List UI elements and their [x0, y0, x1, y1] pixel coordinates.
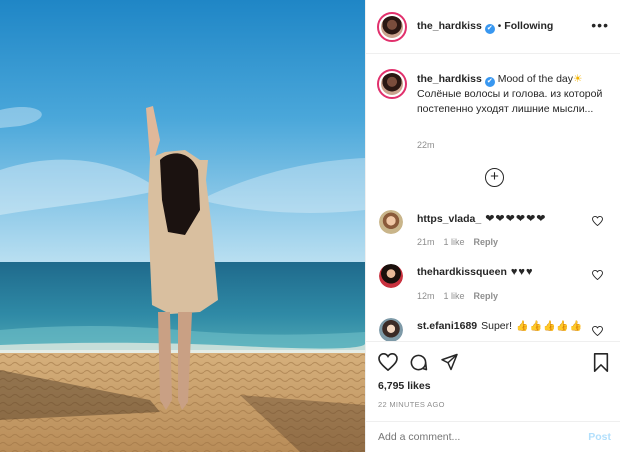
reply-button[interactable]: Reply	[474, 237, 499, 247]
caption-author-avatar[interactable]	[377, 69, 407, 99]
sun-emoji: ☀	[573, 73, 583, 85]
commenter-avatar[interactable]	[379, 210, 403, 234]
share-icon[interactable]	[440, 353, 459, 371]
post-header: the_hardkiss ✔ • Following •••	[366, 0, 620, 54]
commenter-avatar[interactable]	[379, 264, 403, 288]
post-side-panel: the_hardkiss ✔ • Following ••• the_hardkiss…	[365, 0, 620, 452]
comment-line: st.efani1689 Super! 👍👍👍👍👍	[417, 320, 583, 332]
more-options-icon[interactable]: •••	[591, 18, 609, 32]
comment-likes[interactable]: 1 like	[444, 291, 465, 301]
heart-icon[interactable]	[592, 270, 603, 280]
author-avatar[interactable]	[377, 12, 407, 42]
commenter-username[interactable]: thehardkissqueen	[417, 266, 507, 278]
comment-icon[interactable]	[409, 353, 428, 372]
commenter-username[interactable]: st.efani1689	[417, 320, 477, 332]
comment-likes[interactable]: 1 like	[444, 237, 465, 247]
heart-icon[interactable]	[592, 216, 603, 226]
verified-badge-icon: ✔	[484, 24, 495, 34]
caption-lead-text: Mood of the day	[497, 73, 574, 85]
bookmark-icon[interactable]	[593, 353, 609, 372]
comment-meta: 12m 1 like Reply	[417, 291, 507, 301]
avatar-image	[381, 16, 403, 38]
post-timestamp[interactable]: 22 MINUTES AGO	[378, 400, 445, 409]
comment-time[interactable]: 21m	[417, 237, 435, 247]
comment-emoji: 👍👍👍👍👍	[516, 321, 584, 332]
likes-count[interactable]: 6,795 likes	[378, 380, 431, 392]
caption-body-text: Солёные волосы и голова. из которой пост…	[417, 88, 603, 115]
separator-dot: •	[497, 21, 502, 32]
post-photo[interactable]	[0, 0, 365, 452]
beach-photo-image	[0, 0, 365, 452]
avatar-image	[381, 73, 403, 95]
commenter-username[interactable]: https_vlada_	[417, 213, 481, 225]
comment-text: Super!	[481, 320, 513, 332]
comment-text: ❤❤❤❤❤❤	[485, 213, 547, 225]
author-username[interactable]: the_hardkiss	[417, 20, 482, 32]
comment-meta: 21m 1 like Reply	[417, 237, 507, 247]
header-author-line: the_hardkiss ✔ • Following	[417, 20, 553, 34]
plus-circle-icon[interactable]: +	[485, 168, 504, 187]
comment-text: ♥♥♥	[510, 266, 534, 278]
heart-icon[interactable]	[378, 353, 398, 371]
heart-icon[interactable]	[592, 326, 603, 336]
reply-button[interactable]: Reply	[474, 291, 499, 301]
caption-time[interactable]: 22m	[417, 140, 435, 150]
post-caption: the_hardkiss ✔ Mood of the day☀ Солёные в…	[417, 72, 607, 117]
commenter-avatar[interactable]	[379, 318, 403, 342]
comment-line: thehardkissqueen ♥♥♥	[417, 266, 533, 278]
caption-username[interactable]: the_hardkiss	[417, 73, 482, 85]
comment-time[interactable]: 12m	[417, 291, 435, 301]
following-button[interactable]: Following	[504, 20, 553, 32]
comment-input[interactable]	[378, 431, 568, 443]
verified-badge-icon: ✔	[484, 77, 495, 87]
add-comment-bar: Post	[366, 421, 620, 452]
post-comment-button[interactable]: Post	[588, 431, 611, 443]
comment-line: https_vlada_ ❤❤❤❤❤❤	[417, 212, 547, 225]
